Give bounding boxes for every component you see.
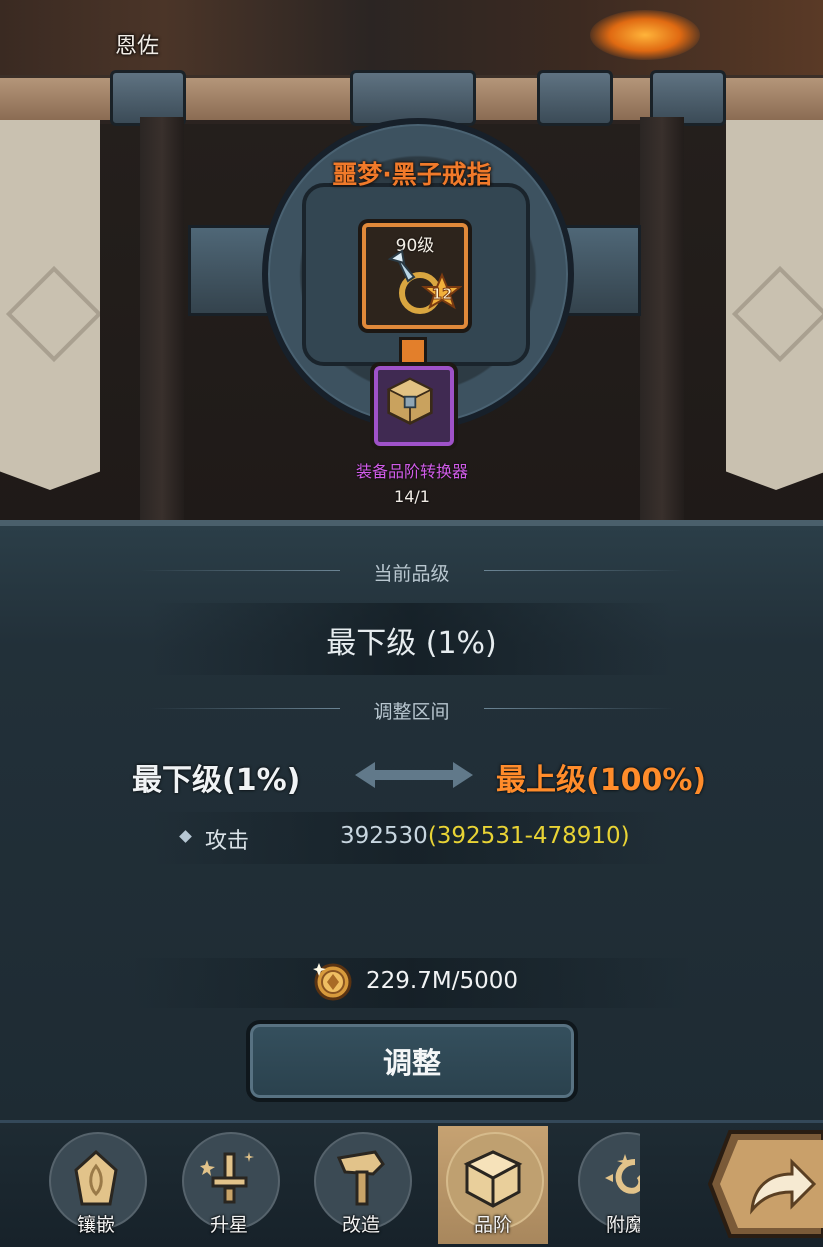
banner-right xyxy=(726,120,823,490)
adjust-button[interactable]: 调整 xyxy=(246,1020,578,1102)
enchant-icon xyxy=(605,1154,640,1194)
consumable-name: 装备品阶转换器 xyxy=(355,462,468,481)
consumable-slot[interactable] xyxy=(374,366,454,446)
nav-label: 改造 xyxy=(341,1214,380,1236)
nav-item-star-up[interactable]: 升星 xyxy=(174,1126,284,1244)
wooden-pillar xyxy=(640,117,684,525)
nav-label: 品阶 xyxy=(473,1214,512,1236)
range-low-value: 最下级(1%) xyxy=(132,763,301,798)
banner-emblem xyxy=(5,265,100,363)
hammer-icon xyxy=(336,1150,385,1206)
item-title: 噩梦·黑子戒指 xyxy=(332,160,492,189)
gem-icon xyxy=(74,1149,118,1206)
ring-icon: 12 xyxy=(387,249,462,314)
nav-item-enchant[interactable]: 附魔 xyxy=(568,1126,640,1244)
nav-label: 升星 xyxy=(209,1214,248,1236)
equipment-slot[interactable]: 90级 12 xyxy=(362,223,468,329)
stat-value-line: 392530(392531-478910) xyxy=(340,823,630,849)
nav-item-enchant-inner: 附魔 xyxy=(570,1126,640,1244)
cube-icon xyxy=(463,1150,523,1208)
nav-item-inlay[interactable]: 镶嵌 xyxy=(41,1126,151,1244)
cube-icon xyxy=(386,377,434,425)
banner-emblem xyxy=(731,265,823,363)
forward-arrow-icon xyxy=(707,1130,823,1238)
stat-range: (392531-478910) xyxy=(427,823,630,849)
nav-item-grade[interactable]: 品阶 xyxy=(438,1126,548,1244)
cost-text: 229.7M/5000 xyxy=(366,968,518,994)
wooden-pillar xyxy=(140,117,184,525)
nav-item-modify[interactable]: 改造 xyxy=(306,1126,416,1244)
hero-name: 恩佐 xyxy=(115,34,160,59)
stat-name: 攻击 xyxy=(205,829,250,854)
stat-value: 392530 xyxy=(340,823,428,849)
current-grade-label: 当前品级 xyxy=(373,563,450,585)
nav-label: 镶嵌 xyxy=(76,1214,115,1236)
current-grade-value: 最下级 (1%) xyxy=(326,626,497,661)
range-high-value: 最上级(100%) xyxy=(496,763,707,798)
adjust-range-label: 调整区间 xyxy=(373,701,450,723)
beam-bracket xyxy=(537,70,613,126)
double-arrow-icon xyxy=(355,762,473,788)
banner-left xyxy=(0,120,100,490)
nav-label: 附魔 xyxy=(605,1214,640,1236)
forge-scene: 恩佐 噩梦·黑子戒指 90级 12 装备品阶转换器 14/1 xyxy=(0,0,823,525)
star-level-badge: 12 xyxy=(432,285,453,303)
forge-fire xyxy=(590,10,700,60)
sword-star-icon xyxy=(200,1152,254,1204)
gold-coin-icon xyxy=(313,963,352,1001)
consumable-count: 14/1 xyxy=(394,487,430,506)
forward-button[interactable] xyxy=(707,1128,823,1240)
